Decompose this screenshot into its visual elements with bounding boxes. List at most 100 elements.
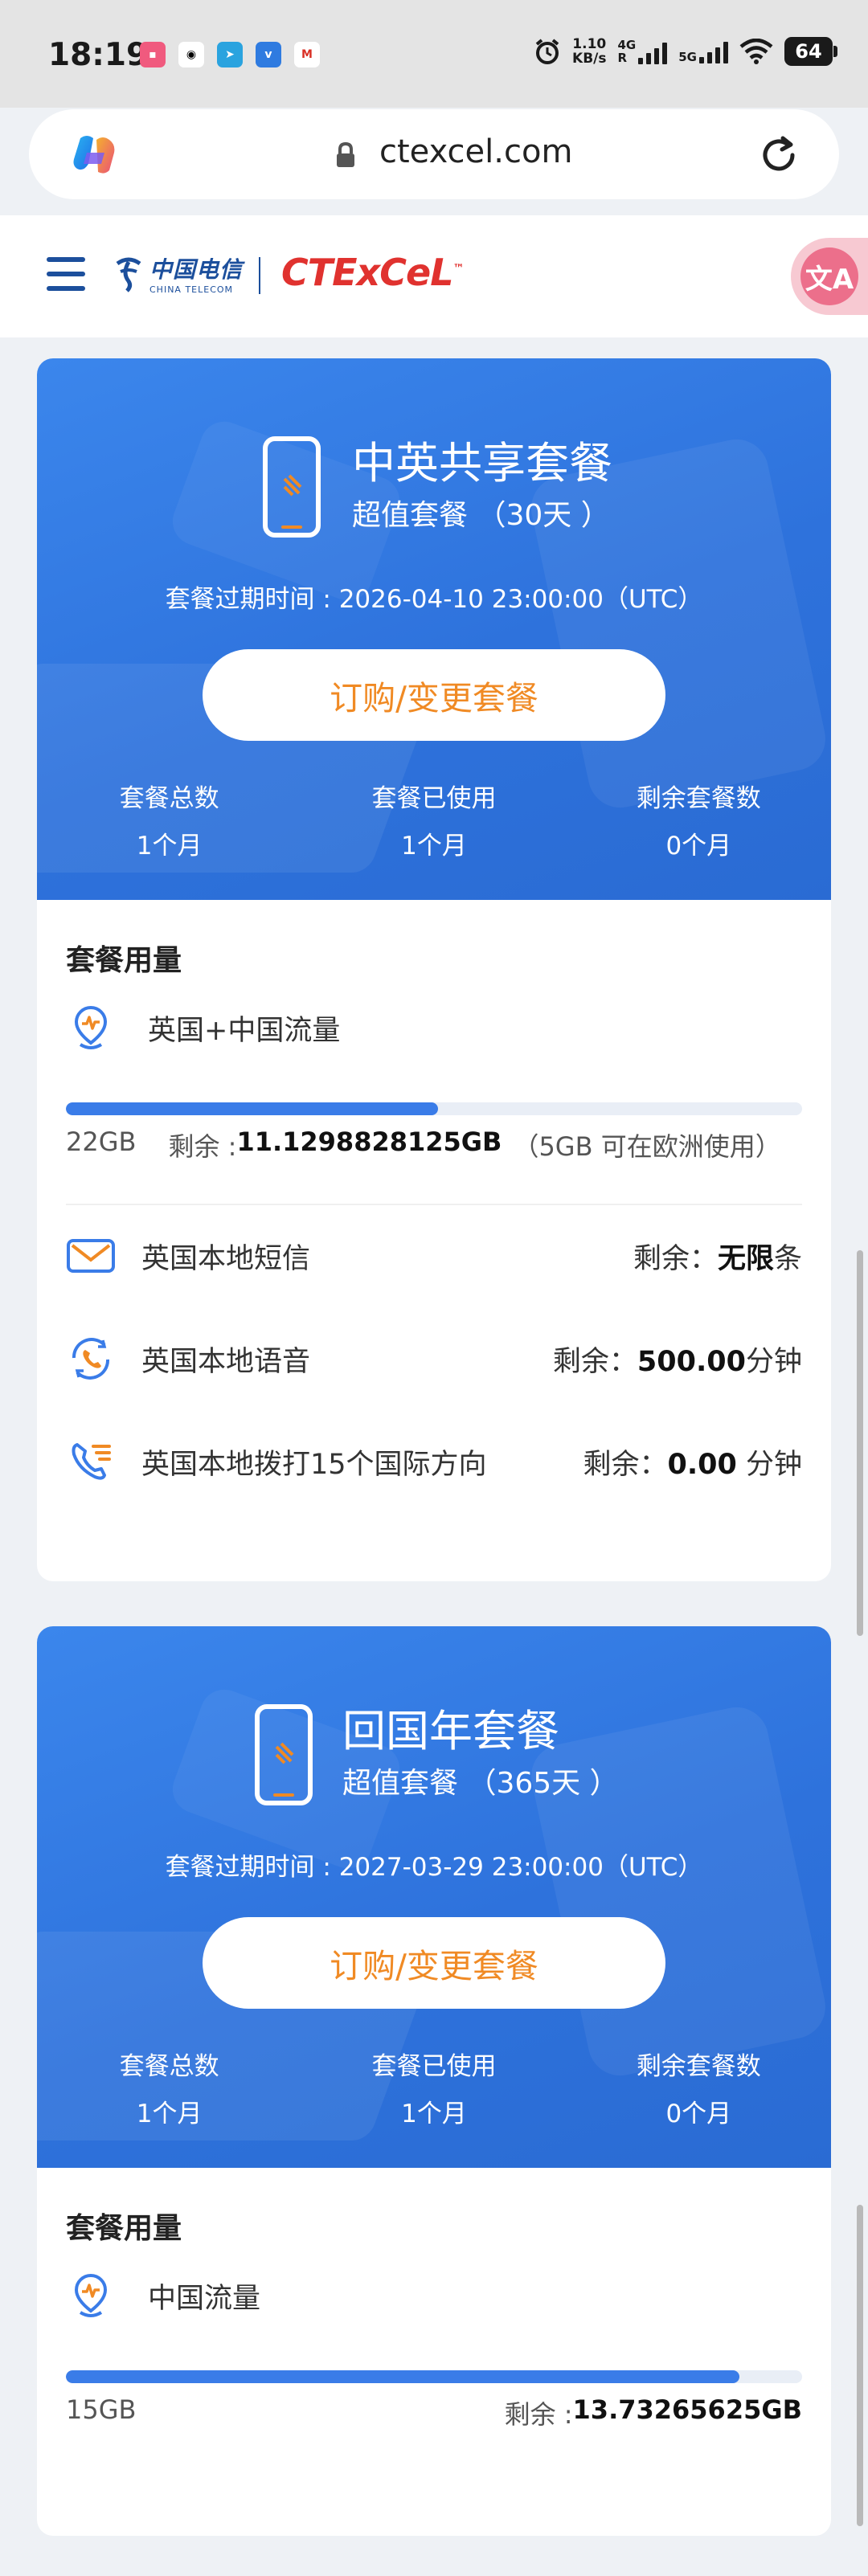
- usage-title: 套餐用量: [66, 944, 182, 977]
- usage-title: 套餐用量: [66, 2212, 182, 2245]
- voice-call-icon: [72, 1338, 110, 1380]
- plan-title: 回国年套餐: [342, 1706, 559, 1756]
- status-bar: 18:19 ▪ ◉ ➤ v M 1.10 KB/s 4G R 5G 64: [0, 0, 868, 108]
- data-note: （5GB 可在欧洲使用）: [513, 1131, 781, 1162]
- remaining-value: 500.00: [637, 1345, 746, 1378]
- data-summary: 15GB 剩余 : 13.73265625GB: [66, 2394, 802, 2431]
- trademark-mark: ™: [452, 262, 465, 276]
- data-summary: 22GB 剩余 : 11.1298828125GB （5GB 可在欧洲使用）: [66, 1126, 802, 1163]
- stat-label: 剩余套餐数: [636, 784, 761, 813]
- url-text[interactable]: ctexcel.com: [379, 133, 572, 170]
- data-label: 中国流量: [148, 2282, 261, 2315]
- signal-2: 5G: [678, 39, 728, 63]
- net-speed-unit: KB/s: [572, 51, 607, 67]
- copilot-icon[interactable]: [69, 129, 121, 180]
- net-speed: 1.10 KB/s: [572, 37, 606, 66]
- order-change-plan-button[interactable]: 订购/变更套餐: [203, 649, 665, 741]
- plan-stats: 套餐总数 1个月 套餐已使用 1个月 剩余套餐数 0个月: [37, 778, 831, 861]
- plan-stats: 套餐总数 1个月 套餐已使用 1个月 剩余套餐数 0个月: [37, 2046, 831, 2129]
- data-total: 22GB: [66, 1126, 137, 1157]
- stat-value: 1个月: [136, 2100, 203, 2128]
- china-telecom-logo-subtext: CHINA TELECOM: [149, 284, 234, 295]
- remaining-value: 0.00: [667, 1448, 737, 1481]
- stat-total: 套餐总数 1个月: [37, 2046, 301, 2129]
- scrollbar-thumb[interactable]: [857, 1250, 863, 1636]
- signal-bars-icon: [699, 39, 728, 63]
- signal-1: 4G R: [618, 39, 668, 64]
- scrollbar-thumb[interactable]: [857, 2205, 863, 2526]
- vk-icon: v: [256, 42, 281, 67]
- hamburger-menu-icon[interactable]: [47, 257, 85, 291]
- china-telecom-mark-icon: [116, 257, 141, 292]
- remaining-unit: 分钟: [745, 1345, 802, 1378]
- remaining-value: 无限: [717, 1242, 774, 1275]
- ctexcel-logo[interactable]: CTExCeL™: [281, 251, 465, 294]
- site-header: 中国电信 CHINA TELECOM CTExCeL™ 文A: [0, 215, 868, 337]
- voice-remaining: 剩余：500.00分钟: [553, 1339, 802, 1380]
- data-total: 15GB: [66, 2394, 137, 2425]
- stat-used: 套餐已使用 1个月: [301, 2046, 566, 2129]
- translate-button[interactable]: 文A: [791, 238, 868, 315]
- data-usage-row: 中国流量: [66, 2267, 802, 2324]
- net-speed-value: 1.10: [572, 36, 607, 52]
- sms-remaining: 剩余：无限条: [633, 1236, 802, 1277]
- china-telecom-logo-text: 中国电信: [149, 256, 244, 283]
- stat-used: 套餐已使用 1个月: [301, 778, 566, 861]
- data-progress-bar: [66, 2370, 802, 2383]
- net-type-1: 4G: [617, 38, 637, 52]
- stat-value: 1个月: [136, 832, 203, 861]
- data-traffic-icon: [74, 1005, 108, 1049]
- stat-label: 套餐已使用: [371, 784, 497, 813]
- plan-card: 中英共享套餐 超值套餐 （30天 ） 套餐过期时间 : 2026-04-10 2…: [37, 358, 831, 1581]
- ctexcel-logo-text: CTExCeL: [281, 251, 453, 294]
- gmail-icon: M: [294, 42, 320, 67]
- data-usage-row: 英国+中国流量: [66, 1000, 802, 1056]
- stat-value: 0个月: [665, 2100, 732, 2128]
- remaining-label: 剩余：: [552, 1345, 637, 1378]
- plan-expiry: 套餐过期时间 : 2027-03-29 23:00:00（UTC）: [165, 1853, 703, 1882]
- data-remaining-label: 剩余 :: [504, 2399, 573, 2430]
- plan-subtitle: 超值套餐 （365天 ）: [342, 1767, 619, 1800]
- data-progress-fill: [66, 2370, 740, 2383]
- translate-icon: 文A: [800, 247, 858, 305]
- stat-value: 1个月: [401, 2100, 467, 2128]
- order-change-plan-button[interactable]: 订购/变更套餐: [203, 1917, 665, 2009]
- logo-divider: [259, 257, 260, 294]
- battery-indicator: 64: [784, 37, 837, 66]
- status-time: 18:19: [48, 37, 149, 73]
- alarm-icon: [535, 39, 559, 64]
- plan-expiry: 套餐过期时间 : 2026-04-10 23:00:00（UTC）: [165, 585, 703, 614]
- phone-icon: [263, 436, 321, 538]
- roaming-tag: R: [617, 51, 628, 65]
- notification-icons: ▪ ◉ ➤ v M: [140, 42, 320, 67]
- plan-card: 回国年套餐 超值套餐 （365天 ） 套餐过期时间 : 2027-03-29 2…: [37, 1626, 831, 2536]
- qq-icon: ◉: [178, 42, 204, 67]
- data-remaining-value: 11.1298828125GB: [236, 1126, 502, 1157]
- remaining-label: 剩余：: [633, 1242, 718, 1275]
- divider: [66, 1204, 802, 1205]
- signal-bars-icon: [638, 40, 668, 64]
- plan-hero: 回国年套餐 超值套餐 （365天 ） 套餐过期时间 : 2027-03-29 2…: [37, 1626, 831, 2168]
- sms-label: 英国本地短信: [141, 1242, 311, 1275]
- voice-row: 英国本地语音 剩余：500.00分钟: [66, 1331, 802, 1387]
- stat-label: 套餐总数: [119, 2052, 219, 2081]
- phone-icon: [255, 1704, 313, 1805]
- wifi-icon: [739, 39, 773, 64]
- app-notification-icon: ▪: [140, 42, 166, 67]
- status-indicators: 1.10 KB/s 4G R 5G 64: [534, 37, 837, 66]
- lock-icon: [337, 141, 354, 167]
- international-call-icon: [72, 1443, 111, 1480]
- china-telecom-logo[interactable]: 中国电信 CHINA TELECOM: [113, 252, 243, 295]
- data-remaining-label: 剩余 :: [168, 1131, 237, 1162]
- remaining-unit: 条: [773, 1242, 802, 1275]
- stat-total: 套餐总数 1个月: [37, 778, 301, 861]
- sms-row: 英国本地短信 剩余：无限条: [66, 1228, 802, 1284]
- reload-icon[interactable]: [757, 133, 800, 177]
- data-traffic-icon: [74, 2273, 108, 2317]
- intl-call-remaining: 剩余：0.00 分钟: [583, 1441, 802, 1482]
- data-progress-bar: [66, 1102, 802, 1115]
- intl-call-row: 英国本地拨打15个国际方向 剩余：0.00 分钟: [66, 1433, 802, 1490]
- sms-envelope-icon: [67, 1239, 115, 1273]
- remaining-unit: 分钟: [736, 1448, 802, 1481]
- address-bar[interactable]: ctexcel.com: [29, 109, 839, 199]
